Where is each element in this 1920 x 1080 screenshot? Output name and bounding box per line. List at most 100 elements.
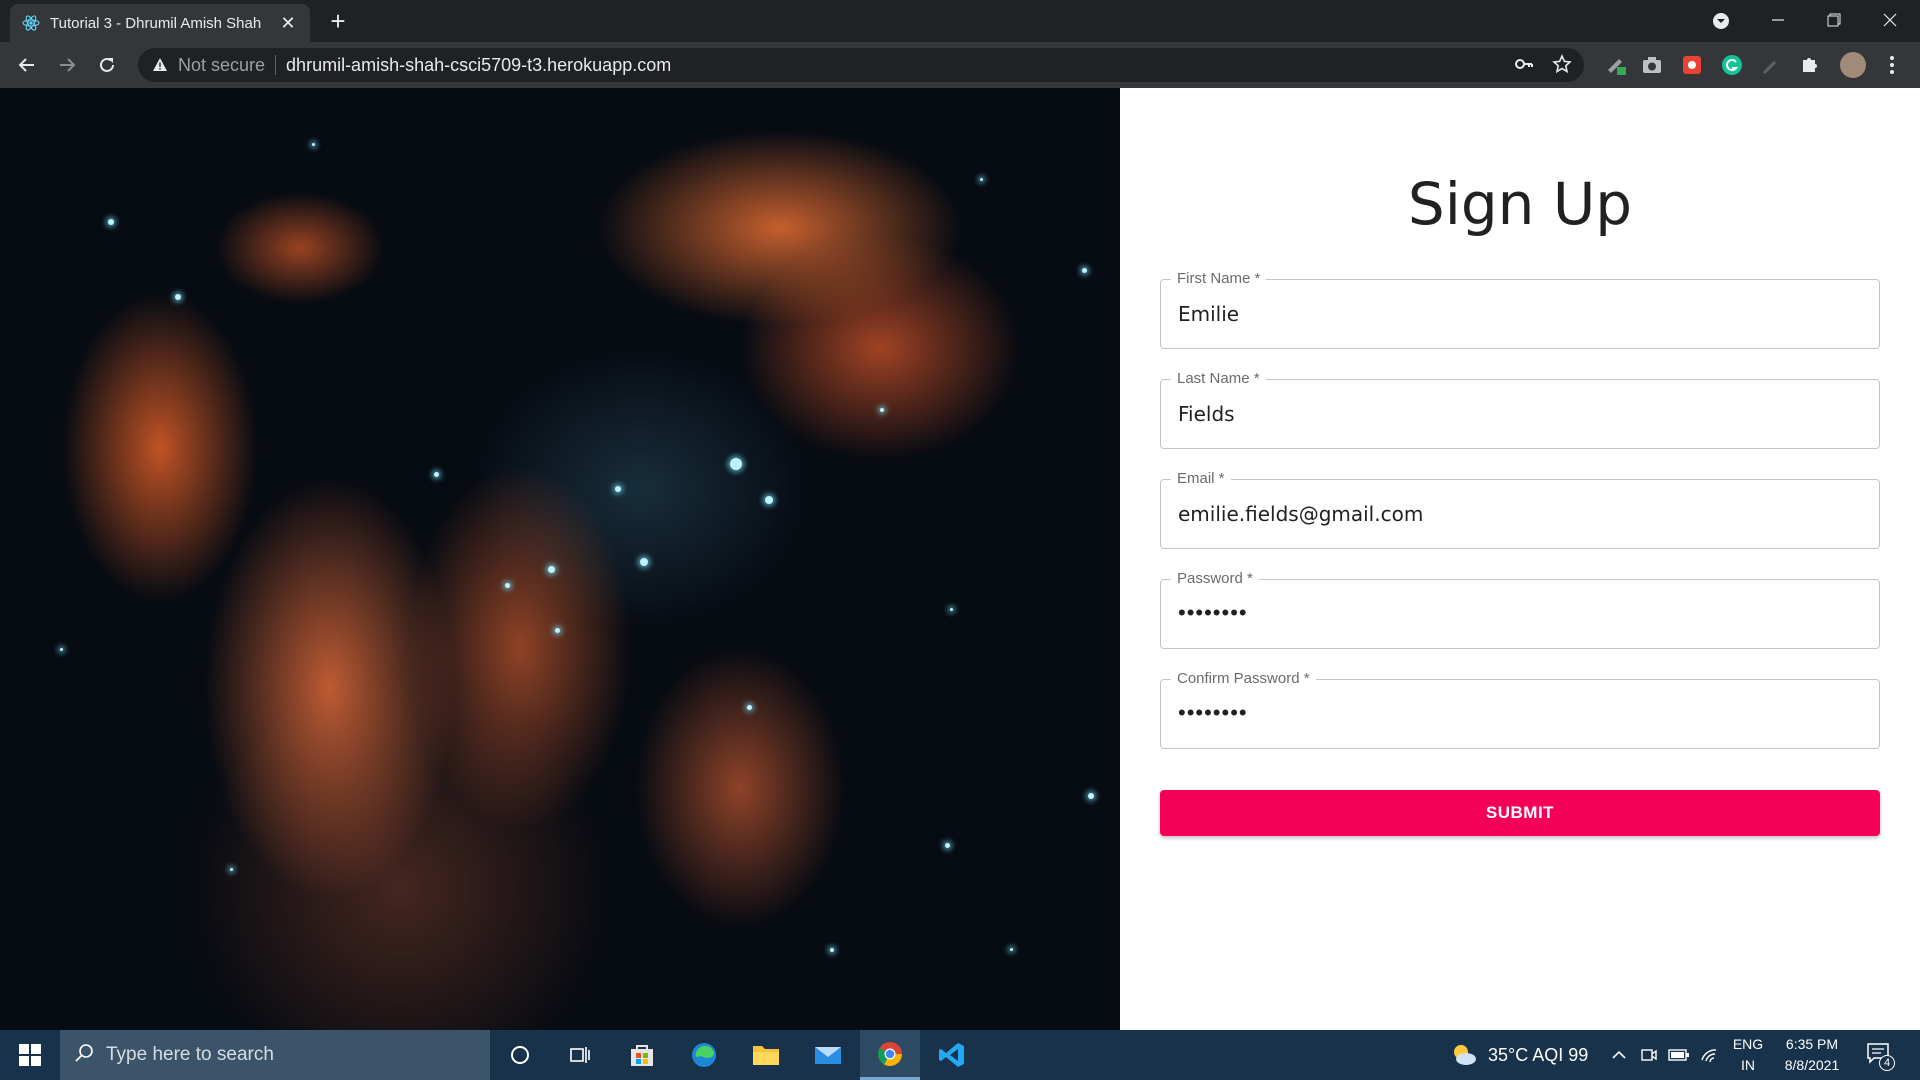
folder-icon: [753, 1046, 779, 1065]
confirm-password-label: Confirm Password *: [1171, 670, 1316, 687]
clock-time[interactable]: 6:35 PM: [1776, 1036, 1848, 1052]
nebula-hero-image: [0, 88, 1120, 1030]
star: [830, 948, 834, 952]
first-name-value[interactable]: Emilie: [1178, 302, 1239, 326]
region-label[interactable]: IN: [1730, 1057, 1766, 1073]
star: [60, 648, 63, 651]
arrow-right-icon: [60, 58, 76, 72]
star: [615, 486, 621, 492]
search-icon: [74, 1043, 94, 1068]
file-explorer-button[interactable]: [736, 1030, 796, 1080]
star: [548, 566, 555, 573]
new-tab-button[interactable]: +: [324, 8, 352, 36]
back-button[interactable]: [12, 50, 42, 80]
email-field[interactable]: Email * emilie.fields@gmail.com: [1160, 470, 1880, 549]
vscode-button[interactable]: [922, 1030, 982, 1080]
star: [1088, 793, 1094, 799]
password-label: Password *: [1171, 570, 1259, 587]
star: [640, 558, 648, 566]
mail-icon: [815, 1047, 841, 1064]
weather-text[interactable]: 35°C AQI 99: [1488, 1045, 1588, 1066]
language-label[interactable]: ENG: [1730, 1036, 1766, 1052]
email-label: Email *: [1171, 470, 1231, 487]
password-value[interactable]: ••••••••: [1178, 600, 1248, 626]
cortana-button[interactable]: [490, 1030, 550, 1080]
forward-button[interactable]: [52, 50, 82, 80]
warning-icon[interactable]: [150, 55, 170, 75]
clock-date[interactable]: 8/8/2021: [1776, 1057, 1848, 1073]
arrow-left-icon: [18, 58, 34, 72]
url-text[interactable]: dhrumil-amish-shah-csci5709-t3.herokuapp…: [286, 55, 671, 76]
notification-badge: 4: [1879, 1055, 1895, 1071]
edge-icon: [692, 1043, 716, 1067]
star: [312, 143, 315, 146]
chevron-up-icon[interactable]: [1610, 1046, 1628, 1069]
browser-tab-strip: Tutorial 3 - Dhrumil Amish Shah ✕ +: [0, 0, 1920, 42]
star: [747, 705, 752, 710]
pen-extension-icon[interactable]: [1604, 53, 1628, 77]
key-icon[interactable]: [1514, 54, 1534, 79]
pencil-icon[interactable]: [1758, 53, 1782, 77]
last-name-label: Last Name *: [1171, 370, 1266, 387]
confirm-password-field[interactable]: Confirm Password * ••••••••: [1160, 670, 1880, 749]
notification-center-button[interactable]: 4: [1866, 1042, 1896, 1071]
camera-icon[interactable]: [1640, 53, 1664, 77]
wifi-icon[interactable]: [1700, 1046, 1720, 1069]
star: [175, 294, 181, 300]
extensions-puzzle-icon[interactable]: [1798, 53, 1822, 77]
minimize-button[interactable]: [1750, 0, 1806, 40]
close-window-button[interactable]: [1862, 0, 1918, 40]
vscode-icon: [939, 1043, 964, 1067]
tab-search-button[interactable]: [1710, 10, 1732, 32]
start-button[interactable]: [0, 1030, 60, 1080]
star: [1082, 268, 1087, 273]
star: [555, 628, 560, 633]
edge-button[interactable]: [674, 1030, 734, 1080]
confirm-password-value[interactable]: ••••••••: [1178, 700, 1248, 726]
mail-button[interactable]: [798, 1030, 858, 1080]
star: [230, 868, 233, 871]
first-name-label: First Name *: [1171, 270, 1267, 287]
cortana-icon: [511, 1046, 529, 1064]
windows-logo-icon: [19, 1044, 41, 1066]
star: [1010, 948, 1013, 951]
restore-button[interactable]: [1806, 0, 1862, 40]
react-icon: [22, 14, 40, 32]
last-name-value[interactable]: Fields: [1178, 402, 1235, 426]
signup-form: Sign Up First Name * Emilie Last Name * …: [1120, 88, 1920, 1030]
star: [434, 472, 439, 477]
microsoft-store-button[interactable]: [612, 1030, 672, 1080]
taskbar-search-box[interactable]: Type here to search: [60, 1030, 490, 1080]
password-field[interactable]: Password * ••••••••: [1160, 570, 1880, 649]
email-value[interactable]: emilie.fields@gmail.com: [1178, 502, 1423, 526]
red-extension-icon[interactable]: [1680, 53, 1704, 77]
task-view-icon: [570, 1047, 590, 1063]
star: [980, 178, 983, 181]
submit-button[interactable]: SUBMIT: [1160, 790, 1880, 836]
star: [765, 496, 773, 504]
browser-tab[interactable]: Tutorial 3 - Dhrumil Amish Shah ✕: [10, 4, 310, 42]
chrome-button[interactable]: [860, 1030, 920, 1080]
security-label[interactable]: Not secure: [178, 55, 265, 76]
reload-button[interactable]: [92, 50, 122, 80]
star: [945, 843, 950, 848]
web-page: Sign Up First Name * Emilie Last Name * …: [0, 88, 1920, 1030]
weather-icon[interactable]: [1450, 1042, 1478, 1068]
search-placeholder: Type here to search: [106, 1044, 274, 1065]
first-name-field[interactable]: First Name * Emilie: [1160, 270, 1880, 349]
battery-icon[interactable]: [1668, 1046, 1690, 1069]
task-view-button[interactable]: [550, 1030, 610, 1080]
menu-kebab-icon[interactable]: [1880, 53, 1904, 77]
profile-avatar[interactable]: [1840, 52, 1866, 78]
meet-now-icon[interactable]: [1640, 1046, 1658, 1069]
chrome-icon: [877, 1041, 902, 1066]
grammarly-icon[interactable]: [1720, 53, 1744, 77]
address-bar[interactable]: Not secure dhrumil-amish-shah-csci5709-t…: [138, 48, 1584, 82]
star: [108, 219, 114, 225]
browser-toolbar: Not secure dhrumil-amish-shah-csci5709-t…: [0, 42, 1920, 88]
star: [730, 458, 742, 470]
close-icon[interactable]: ✕: [278, 13, 298, 34]
last-name-field[interactable]: Last Name * Fields: [1160, 370, 1880, 449]
star-icon[interactable]: [1552, 54, 1572, 79]
separator: [275, 55, 277, 75]
